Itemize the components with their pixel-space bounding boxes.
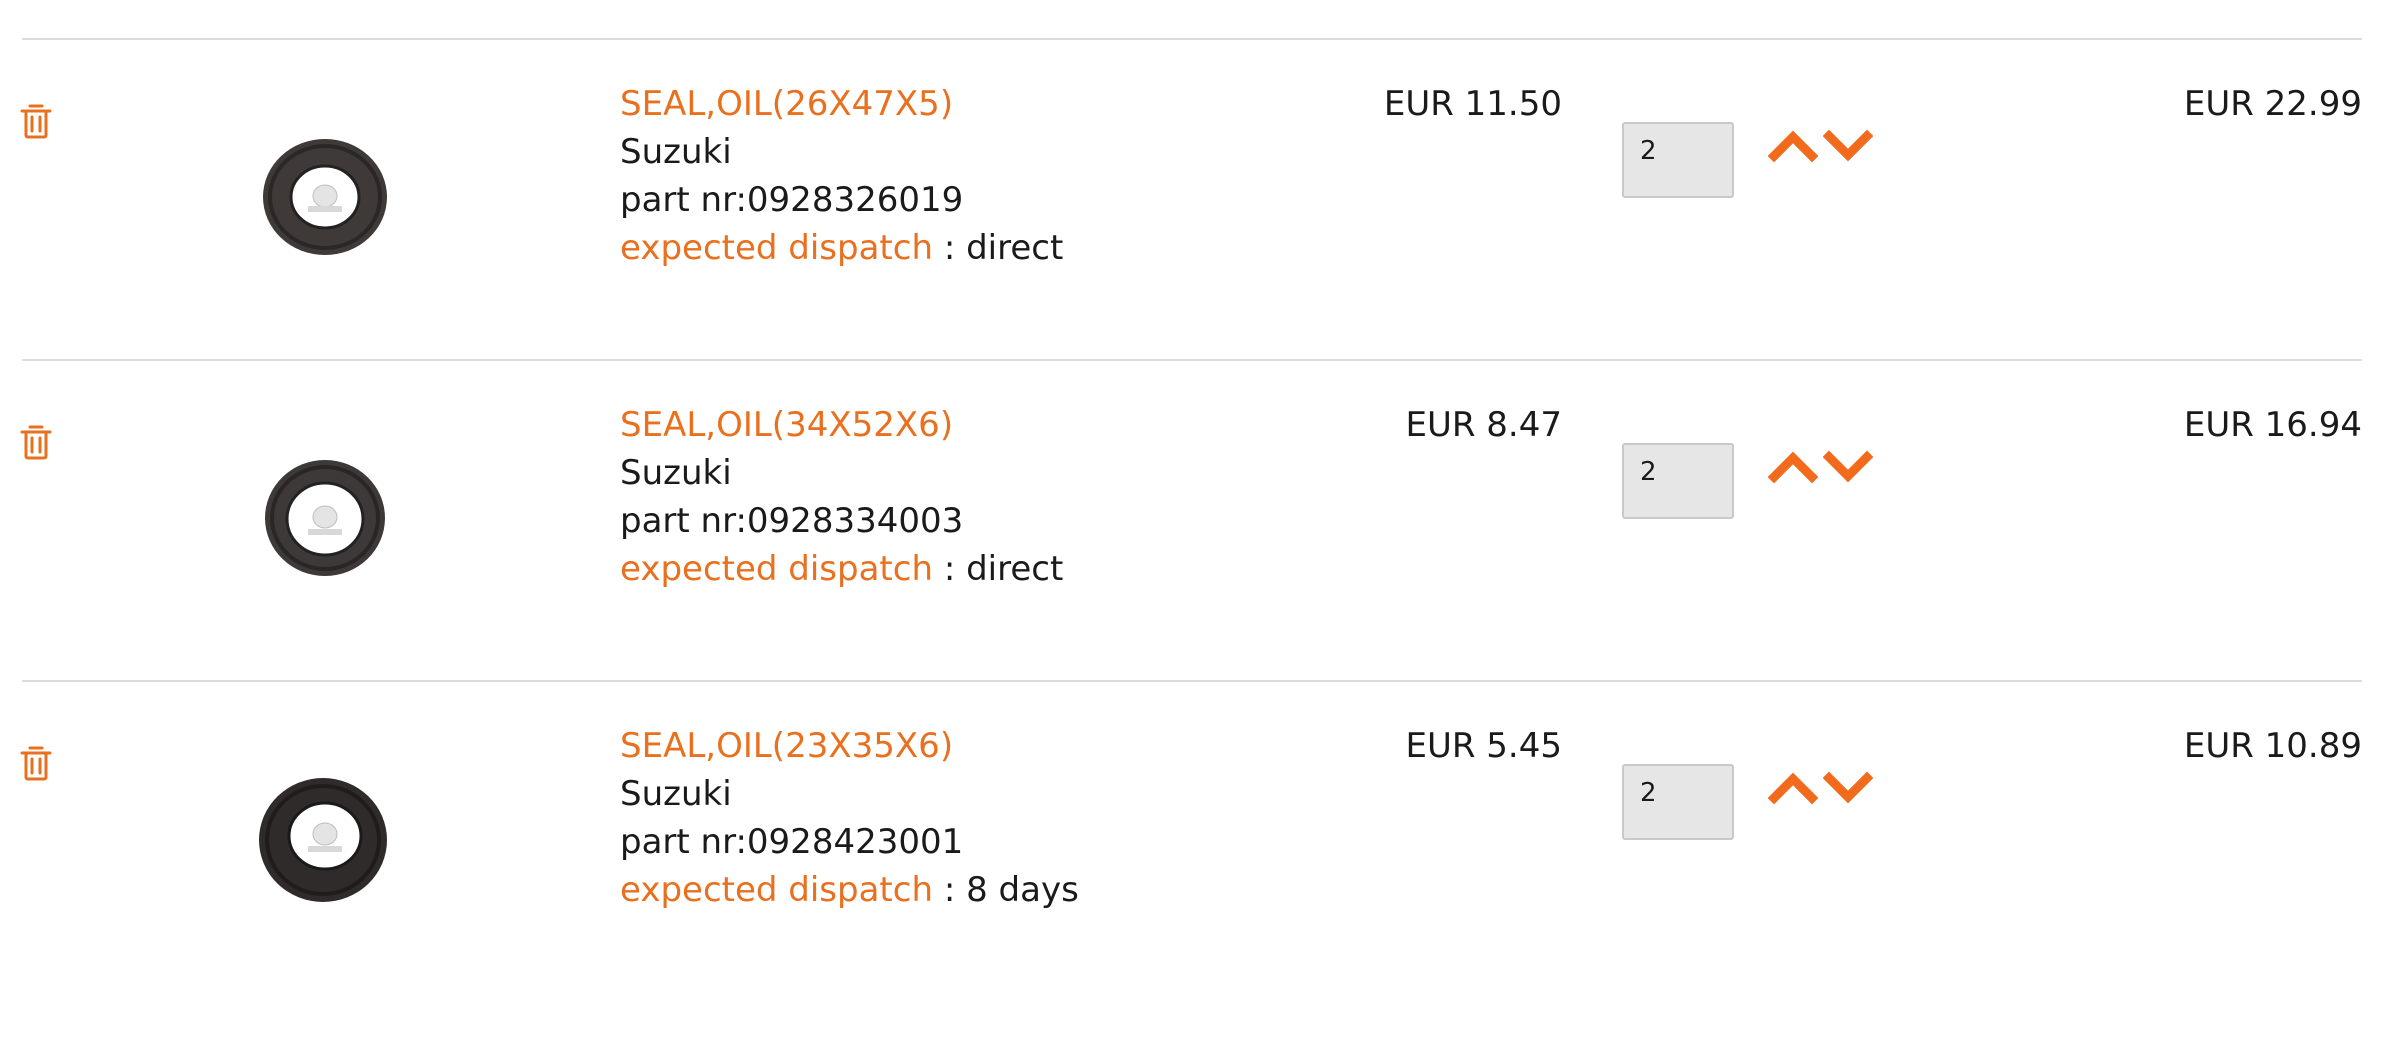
- product-brand: Suzuki: [620, 774, 732, 814]
- product-brand: Suzuki: [620, 453, 732, 493]
- row-divider: [22, 359, 2362, 361]
- quantity-input[interactable]: 2: [1622, 443, 1734, 519]
- chevron-down-icon[interactable]: [1823, 443, 1873, 487]
- dispatch-info: expected dispatch : 8 days: [620, 866, 1079, 914]
- chevron-down-icon[interactable]: [1823, 122, 1873, 166]
- item-info: SEAL,OIL(23X35X6) Suzuki part nr:0928423…: [620, 722, 1079, 914]
- chevron-up-icon[interactable]: [1768, 764, 1818, 808]
- row-divider: [22, 38, 2362, 40]
- chevron-up-icon[interactable]: [1768, 122, 1818, 166]
- line-total: EUR 22.99: [2183, 84, 2362, 124]
- product-name-link[interactable]: SEAL,OIL(34X52X6): [620, 401, 1063, 449]
- dispatch-info: expected dispatch : direct: [620, 545, 1063, 593]
- dispatch-value: : direct: [933, 549, 1064, 589]
- dispatch-label: expected dispatch: [620, 549, 934, 589]
- unit-price: EUR 5.45: [1405, 726, 1562, 766]
- unit-price: EUR 8.47: [1405, 405, 1562, 445]
- unit-price: EUR 11.50: [1383, 84, 1562, 124]
- item-info: SEAL,OIL(34X52X6) Suzuki part nr:0928334…: [620, 401, 1063, 593]
- dispatch-label: expected dispatch: [620, 228, 934, 268]
- quantity-input[interactable]: 2: [1622, 122, 1734, 198]
- product-name-link[interactable]: SEAL,OIL(26X47X5): [620, 80, 1063, 128]
- product-image: [263, 139, 387, 255]
- part-number: part nr:0928423001: [620, 822, 964, 862]
- product-brand: Suzuki: [620, 132, 732, 172]
- trash-icon[interactable]: [20, 102, 52, 140]
- line-total: EUR 10.89: [2183, 726, 2362, 766]
- chevron-down-icon[interactable]: [1823, 764, 1873, 808]
- cart-item-row: SEAL,OIL(34X52X6) Suzuki part nr:0928334…: [0, 401, 2392, 721]
- line-total: EUR 16.94: [2183, 405, 2362, 445]
- dispatch-info: expected dispatch : direct: [620, 224, 1063, 272]
- item-info: SEAL,OIL(26X47X5) Suzuki part nr:0928326…: [620, 80, 1063, 272]
- product-image: [265, 460, 385, 576]
- cart-item-row: SEAL,OIL(26X47X5) Suzuki part nr:0928326…: [0, 80, 2392, 400]
- trash-icon[interactable]: [20, 423, 52, 461]
- quantity-input[interactable]: 2: [1622, 764, 1734, 840]
- part-number: part nr:0928334003: [620, 501, 964, 541]
- cart-items: SEAL,OIL(26X47X5) Suzuki part nr:0928326…: [0, 0, 2392, 942]
- row-divider: [22, 680, 2362, 682]
- dispatch-value: : 8 days: [933, 870, 1079, 910]
- chevron-up-icon[interactable]: [1768, 443, 1818, 487]
- product-image: [259, 778, 387, 902]
- trash-icon[interactable]: [20, 744, 52, 782]
- cart-item-row: SEAL,OIL(23X35X6) Suzuki part nr:0928423…: [0, 722, 2392, 1042]
- dispatch-label: expected dispatch: [620, 870, 934, 910]
- dispatch-value: : direct: [933, 228, 1064, 268]
- product-name-link[interactable]: SEAL,OIL(23X35X6): [620, 722, 1079, 770]
- part-number: part nr:0928326019: [620, 180, 964, 220]
